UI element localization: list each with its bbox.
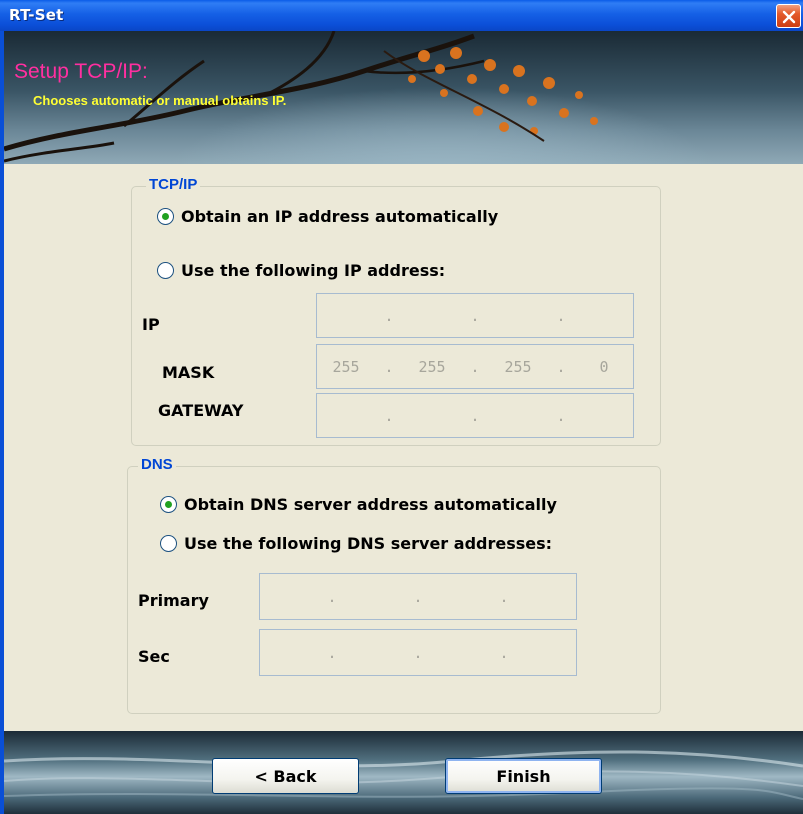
main-panel: TCP/IP Obtain an IP address automaticall… bbox=[4, 164, 803, 731]
radio-button[interactable] bbox=[160, 535, 177, 552]
dns-group-legend: DNS bbox=[138, 456, 176, 473]
dns-group: DNS Obtain DNS server address automatica… bbox=[127, 456, 661, 714]
tcpip-group: TCP/IP Obtain an IP address automaticall… bbox=[131, 176, 661, 446]
radio-button[interactable] bbox=[157, 208, 174, 225]
dns-auto-label: Obtain DNS server address automatically bbox=[184, 495, 557, 514]
tcpip-manual-label: Use the following IP address: bbox=[181, 261, 446, 280]
tcpip-group-legend: TCP/IP bbox=[146, 176, 201, 193]
dns-auto-radio[interactable]: Obtain DNS server address automatically bbox=[160, 495, 557, 514]
tcpip-auto-label: Obtain an IP address automatically bbox=[181, 207, 499, 226]
radio-button[interactable] bbox=[157, 262, 174, 279]
primary-dns-field[interactable]: . . . bbox=[259, 573, 577, 620]
footer-image bbox=[4, 750, 803, 800]
footer-banner: < Back Finish bbox=[4, 731, 803, 814]
close-button[interactable] bbox=[776, 4, 801, 28]
gateway-field[interactable]: . . . bbox=[316, 393, 634, 438]
close-icon bbox=[782, 10, 796, 24]
gateway-label: GATEWAY bbox=[158, 401, 244, 420]
tcpip-manual-radio[interactable]: Use the following IP address: bbox=[157, 261, 445, 280]
secondary-dns-field[interactable]: . . . bbox=[259, 629, 577, 676]
header-subtitle: Chooses automatic or manual obtains IP. bbox=[33, 93, 287, 108]
window-title: RT-Set bbox=[9, 6, 64, 24]
back-button[interactable]: < Back bbox=[212, 758, 359, 794]
title-bar: RT-Set bbox=[0, 0, 803, 31]
ip-address-field[interactable]: . . . bbox=[316, 293, 634, 338]
finish-button[interactable]: Finish bbox=[445, 758, 602, 794]
dns-manual-radio[interactable]: Use the following DNS server addresses: bbox=[160, 534, 552, 553]
ip-label: IP bbox=[142, 315, 160, 334]
header-title: Setup TCP/IP: bbox=[14, 60, 148, 83]
mask-field[interactable]: 255. 255. 255. 0 bbox=[316, 344, 634, 389]
primary-dns-label: Primary bbox=[138, 591, 209, 610]
tcpip-auto-radio[interactable]: Obtain an IP address automatically bbox=[157, 207, 498, 226]
dns-manual-label: Use the following DNS server addresses: bbox=[184, 534, 553, 553]
secondary-dns-label: Sec bbox=[138, 647, 170, 666]
radio-button[interactable] bbox=[160, 496, 177, 513]
mask-label: MASK bbox=[162, 363, 215, 382]
header-banner: Setup TCP/IP: Chooses automatic or manua… bbox=[4, 31, 803, 164]
